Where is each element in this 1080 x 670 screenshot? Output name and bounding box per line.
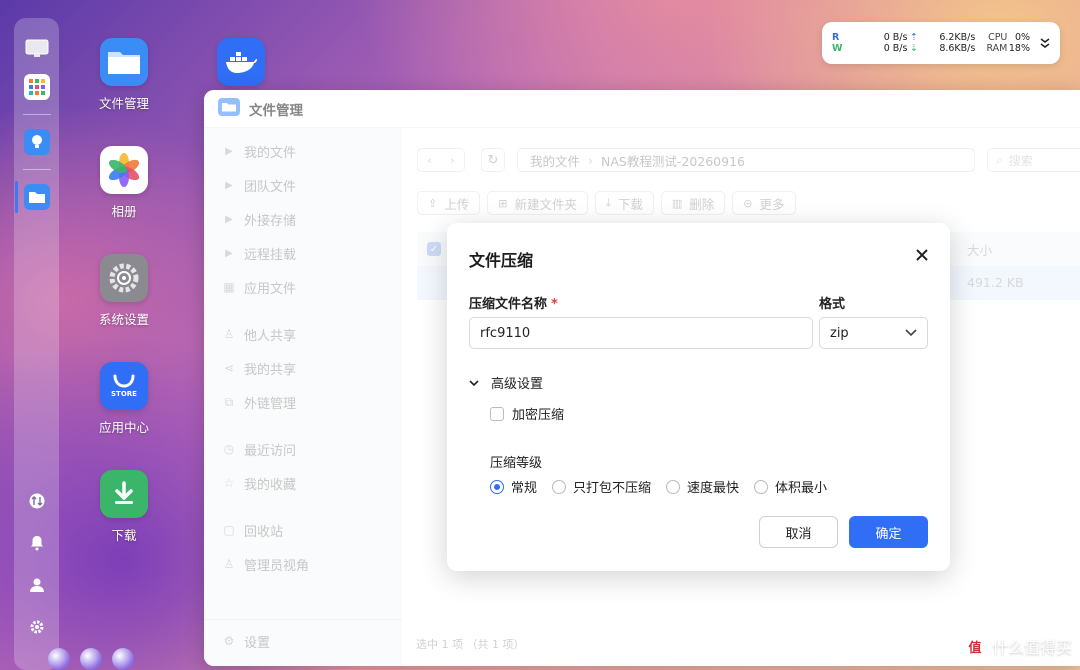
download-arrow-icon: ⇣: [910, 43, 919, 54]
radio-dot: [666, 479, 681, 494]
chevron-down-icon: [905, 329, 917, 337]
user-icon[interactable]: [24, 572, 50, 598]
resource-labels: CPU RAM: [975, 27, 1007, 59]
chevron-down-icon: [469, 379, 479, 386]
net-rates: 6.2KB/s 8.6KB/s: [921, 27, 976, 59]
watermark-text: 什么值得买: [991, 638, 1072, 657]
dialog-title: 文件压缩: [469, 251, 534, 270]
encrypt-label: 加密压缩: [512, 408, 565, 423]
advanced-settings-toggle[interactable]: 高级设置: [469, 373, 543, 392]
radio-label: 只打包不压缩: [573, 481, 652, 496]
upload-download-icon[interactable]: [24, 488, 50, 514]
advanced-settings-label: 高级设置: [491, 377, 544, 392]
monitor-icon[interactable]: [24, 36, 50, 62]
net-up-rate: 6.2KB/s: [939, 32, 976, 43]
dock-separator: [22, 169, 51, 170]
bubble-decoration: [48, 648, 70, 670]
desktop-icon-label: 相册: [111, 204, 137, 219]
dock-decoration: [48, 648, 144, 670]
archive-name-label-text: 压缩文件名称: [469, 297, 548, 312]
ram-label: RAM: [986, 43, 1008, 54]
resource-values: 0% 18%: [1007, 27, 1030, 59]
upload-arrow-icon: ⇡: [910, 32, 919, 43]
archive-name-input[interactable]: [469, 317, 813, 349]
cpu-value: 0%: [1014, 32, 1031, 43]
bubble-decoration: [80, 648, 102, 670]
compress-dialog: 文件压缩 压缩文件名称* 格式 zip 高级设置 加密压缩 压缩等级 常规 只打…: [447, 223, 950, 571]
dock: [14, 18, 59, 670]
rw-labels: R W: [832, 27, 845, 59]
dock-separator: [22, 114, 51, 115]
ram-value: 18%: [1008, 43, 1031, 54]
desktop-icon-file-manager[interactable]: 文件管理: [89, 38, 159, 112]
file-manager-dock-icon[interactable]: [14, 181, 50, 213]
radio-dot: [490, 479, 504, 494]
desktop-icon-label: 下载: [111, 528, 137, 543]
settings-gear-icon[interactable]: [24, 614, 50, 640]
archive-name-label: 压缩文件名称 *: [469, 293, 558, 312]
desktop-icon-label: 文件管理: [98, 96, 149, 111]
close-icon: [916, 249, 928, 261]
format-label: 格式: [819, 297, 846, 312]
tips-bulb-icon[interactable]: [23, 129, 50, 155]
system-monitor-widget[interactable]: R W 0 B/s 0 B/s ⇡ ⇣ 6.2KB/s 8.6KB/s CPU …: [822, 22, 1060, 64]
format-value: zip: [830, 325, 849, 341]
store-bag-icon: STORE: [100, 362, 148, 410]
desktop-icon-label: 系统设置: [98, 312, 149, 327]
radio-level-smallest[interactable]: 体积最小: [754, 477, 827, 496]
desktop-icon-docker[interactable]: [206, 38, 276, 86]
read-label: R: [832, 32, 840, 43]
net-down-rate: 8.6KB/s: [939, 43, 976, 54]
photos-flower-icon: [100, 146, 148, 194]
radio-label: 常规: [511, 481, 538, 496]
folder-icon: [100, 38, 148, 86]
radio-label: 速度最快: [687, 481, 740, 496]
docker-whale-icon: [217, 38, 265, 86]
disk-read-rate: 0 B/s: [883, 32, 908, 43]
download-arrow-icon: [100, 470, 148, 518]
bell-icon[interactable]: [24, 530, 50, 556]
radio-dot: [754, 479, 769, 494]
encrypt-checkbox[interactable]: [490, 406, 504, 421]
disk-write-rate: 0 B/s: [883, 43, 908, 54]
write-label: W: [832, 43, 843, 54]
compression-level-label: 压缩等级: [490, 456, 543, 471]
bubble-decoration: [112, 648, 134, 670]
format-select[interactable]: zip: [819, 317, 928, 349]
radio-level-normal[interactable]: 常规: [490, 477, 537, 496]
radio-level-fastest[interactable]: 速度最快: [666, 477, 739, 496]
radio-dot: [552, 479, 567, 494]
settings-gear-icon: [100, 254, 148, 302]
desktop-icon-settings[interactable]: 系统设置: [89, 254, 159, 328]
net-arrows: ⇡ ⇣: [907, 27, 920, 59]
store-badge-text: STORE: [111, 390, 137, 398]
required-mark: *: [551, 297, 558, 312]
radio-label: 体积最小: [775, 481, 828, 496]
encrypt-checkbox-row[interactable]: 加密压缩: [490, 404, 564, 423]
apps-grid-icon[interactable]: [23, 74, 50, 100]
desktop-icon-label: 应用中心: [98, 420, 149, 435]
radio-level-store-only[interactable]: 只打包不压缩: [552, 477, 651, 496]
disk-rates: 0 B/s 0 B/s: [845, 27, 908, 59]
desktop-icon-photos[interactable]: 相册: [89, 146, 159, 220]
confirm-button[interactable]: 确定: [849, 516, 928, 548]
expand-chevrons-icon[interactable]: [1040, 27, 1050, 59]
cancel-button[interactable]: 取消: [759, 516, 838, 548]
close-button[interactable]: [916, 245, 928, 266]
cpu-label: CPU: [988, 32, 1008, 43]
desktop-icon-app-center[interactable]: STORE 应用中心: [89, 362, 159, 436]
dock-bottom: [24, 480, 50, 648]
watermark: 值 什么值得买: [963, 634, 1072, 658]
desktop-icon-download[interactable]: 下载: [89, 470, 159, 544]
compression-level-group: 常规 只打包不压缩 速度最快 体积最小: [490, 477, 842, 496]
watermark-logo: 值: [963, 635, 986, 657]
